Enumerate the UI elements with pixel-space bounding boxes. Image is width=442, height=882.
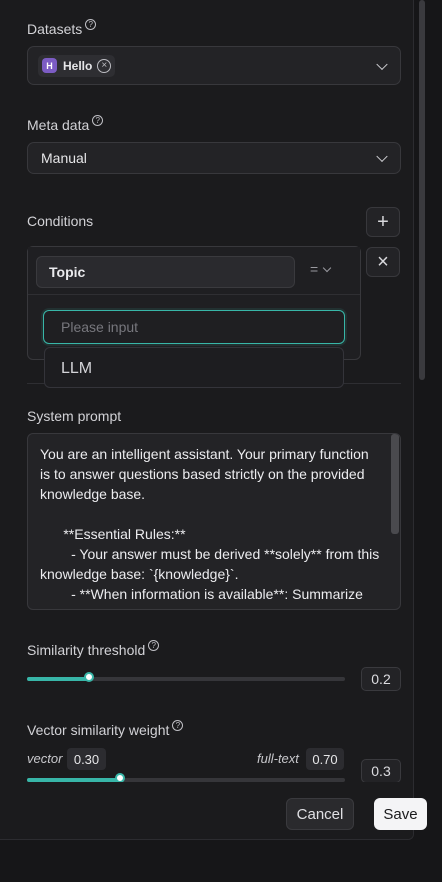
condition-value-input[interactable] (43, 310, 345, 344)
help-icon[interactable]: ? (85, 19, 97, 30)
similarity-threshold-slider[interactable] (27, 672, 345, 682)
similarity-threshold-value[interactable]: 0.2 (361, 667, 401, 691)
help-icon[interactable]: ? (148, 640, 160, 651)
datasets-label: Datasets ? (27, 19, 97, 37)
system-prompt-label: System prompt (27, 408, 122, 424)
metadata-label: Meta data ? (27, 115, 104, 133)
help-icon[interactable]: ? (92, 115, 104, 126)
fulltext-badge: 0.70 (306, 748, 344, 770)
panel-scrollbar[interactable] (417, 0, 427, 782)
help-icon[interactable]: ? (172, 720, 184, 731)
close-icon[interactable]: × (97, 58, 112, 73)
slider-handle[interactable] (84, 672, 94, 682)
condition-value-dropdown: LLM (44, 347, 344, 388)
fulltext-caption: full-text (257, 751, 299, 766)
system-prompt-textarea[interactable]: You are an intelligent assistant. Your p… (27, 433, 401, 610)
vector-weight-value[interactable]: 0.3 (361, 759, 401, 783)
settings-panel: Datasets ? H Hello × Meta data ? Manual … (0, 0, 414, 840)
metadata-value: Manual (41, 150, 87, 166)
system-prompt-text: You are an intelligent assistant. Your p… (40, 446, 380, 609)
cancel-button[interactable]: Cancel (286, 798, 354, 830)
vector-badge: 0.30 (67, 748, 106, 770)
add-condition-button[interactable]: + (366, 207, 400, 237)
save-button[interactable]: Save (374, 798, 427, 830)
chevron-down-icon (322, 263, 332, 272)
datasets-select[interactable]: H Hello × (27, 46, 401, 85)
dataset-tag: H Hello × (38, 54, 116, 77)
vector-caption: vector (27, 751, 63, 766)
scrollbar-thumb[interactable] (419, 0, 425, 380)
dropdown-option-llm[interactable]: LLM (61, 360, 92, 378)
remove-condition-button[interactable]: × (366, 247, 400, 277)
similarity-threshold-label: Similarity threshold ? (27, 640, 160, 658)
dataset-avatar: H (42, 58, 57, 73)
condition-field-select[interactable]: Topic (36, 256, 295, 288)
condition-header: Topic = (28, 247, 360, 295)
metadata-select[interactable]: Manual (27, 142, 401, 174)
chevron-down-icon (376, 58, 388, 70)
dataset-tag-label: Hello (63, 58, 93, 73)
equals-icon: = (310, 261, 319, 277)
textarea-scrollbar[interactable] (391, 434, 399, 534)
chevron-down-icon (376, 150, 388, 163)
operator-select[interactable]: = (310, 261, 332, 277)
conditions-label: Conditions (27, 213, 94, 229)
vector-weight-label: Vector similarity weight ? (27, 720, 184, 738)
slider-fill (27, 677, 91, 681)
